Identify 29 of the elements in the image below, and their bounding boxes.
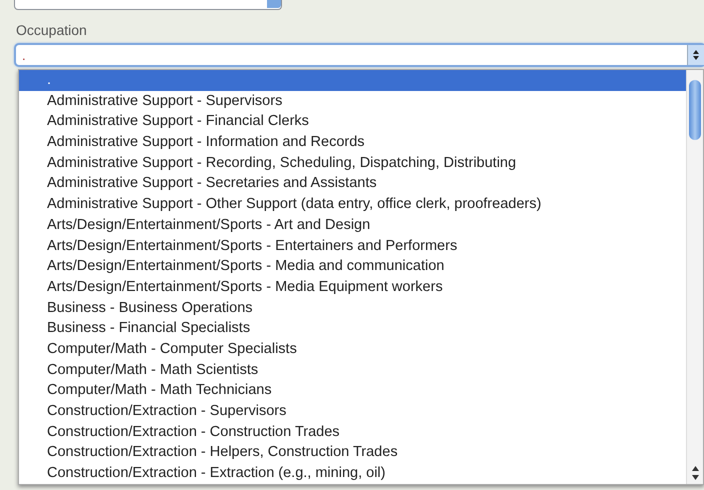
stepper-icon bbox=[692, 49, 700, 61]
option-item[interactable]: Construction/Extraction - Supervisors bbox=[19, 401, 686, 422]
occupation-select[interactable]: . bbox=[14, 43, 704, 67]
option-item[interactable]: Administrative Support - Financial Clerks bbox=[19, 111, 686, 132]
option-item[interactable]: Construction/Extraction - Construction Trades bbox=[19, 422, 686, 442]
scroll-down-icon[interactable] bbox=[692, 475, 698, 480]
scroll-up-icon[interactable] bbox=[692, 466, 698, 471]
option-item[interactable]: Arts/Design/Entertainment/Sports - Entertainers and Performers bbox=[19, 236, 686, 256]
option-item[interactable]: Computer/Math - Math Scientists bbox=[19, 360, 686, 380]
option-item[interactable]: Construction/Extraction - Extraction (e.g., mining, oil) bbox=[19, 463, 686, 484]
option-item[interactable]: Arts/Design/Entertainment/Sports - Media Equipment workers bbox=[19, 276, 686, 298]
option-item[interactable]: Administrative Support - Information and Records bbox=[19, 132, 686, 153]
scroll-thumb[interactable] bbox=[689, 80, 701, 140]
option-item[interactable]: Administrative Support - Recording, Scheduling, Dispatching, Distributing bbox=[19, 152, 686, 174]
scrollbar[interactable] bbox=[686, 70, 703, 484]
option-item[interactable]: Administrative Support - Other Support (data entry, office clerk, proofreaders) bbox=[19, 194, 686, 215]
option-item[interactable]: Construction/Extraction - Helpers, Construction Trades bbox=[19, 442, 686, 464]
option-item[interactable]: Business - Business Operations bbox=[19, 298, 686, 318]
option-item[interactable]: Administrative Support - Secretaries and Assistants bbox=[19, 173, 686, 194]
option-item[interactable]: Business - Financial Specialists bbox=[19, 318, 686, 339]
field-label: Occupation bbox=[16, 22, 88, 39]
dropdown-field[interactable] bbox=[14, 0, 282, 10]
select-value: . bbox=[21, 48, 27, 62]
option-item[interactable]: Arts/Design/Entertainment/Sports - Media and communication bbox=[19, 256, 686, 277]
option-item[interactable]: . bbox=[19, 70, 686, 91]
option-item[interactable]: Computer/Math - Math Technicians bbox=[19, 380, 686, 401]
option-item[interactable]: Computer/Math - Computer Specialists bbox=[19, 338, 686, 360]
option-item[interactable]: Arts/Design/Entertainment/Sports - Art and Design bbox=[19, 214, 686, 236]
option-item[interactable]: Administrative Support - Supervisors bbox=[19, 90, 686, 112]
